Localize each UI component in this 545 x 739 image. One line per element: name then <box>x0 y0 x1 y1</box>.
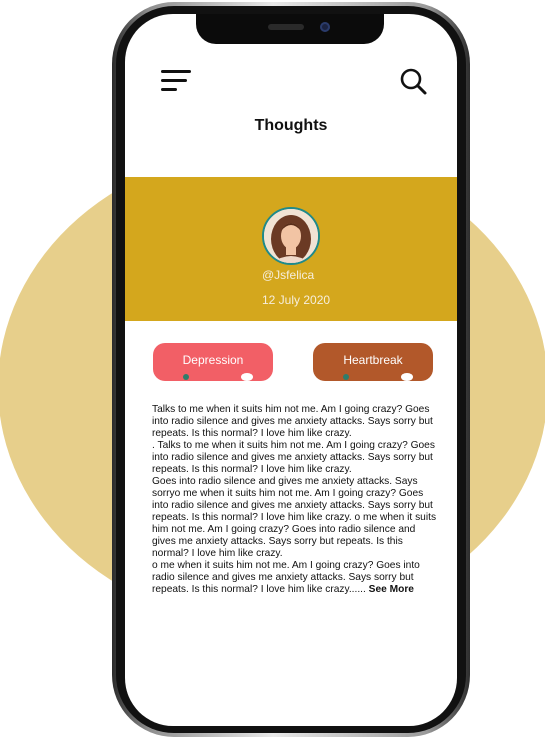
tag-label: Depression <box>182 353 244 367</box>
tag-heartbreak[interactable]: Heartbreak <box>313 343 433 381</box>
tag-label: Heartbreak <box>343 353 403 367</box>
tag-knob <box>401 373 413 381</box>
see-more-link[interactable]: See More <box>369 584 414 595</box>
front-camera <box>320 22 330 32</box>
post-body: Talks to me when it suits him not me. Am… <box>152 404 437 596</box>
post-paragraph: Talks to me when it suits him not me. Am… <box>152 404 433 439</box>
post-paragraph: Goes into radio silence and gives me anx… <box>152 476 437 559</box>
tag-knob <box>241 373 253 381</box>
search-icon[interactable] <box>399 67 429 97</box>
page-title: Thoughts <box>254 117 328 134</box>
speaker-grille <box>268 24 304 30</box>
username[interactable]: @Jsfelica <box>262 268 314 282</box>
post-paragraph: . Talks to me when it suits him not me. … <box>152 440 435 475</box>
tag-dot <box>343 374 349 380</box>
app-screen: Thoughts @Jsfelica 12 July 2020 Depressi… <box>125 14 457 726</box>
tag-depression[interactable]: Depression <box>153 343 273 381</box>
hamburger-menu-icon[interactable] <box>161 68 193 94</box>
post-date: 12 July 2020 <box>262 293 331 307</box>
profile-banner: @Jsfelica 12 July 2020 <box>125 177 457 321</box>
post-paragraph: o me when it suits him not me. Am I goin… <box>152 560 437 596</box>
avatar[interactable] <box>262 207 320 265</box>
tag-dot <box>183 374 189 380</box>
phone-notch <box>196 14 384 44</box>
